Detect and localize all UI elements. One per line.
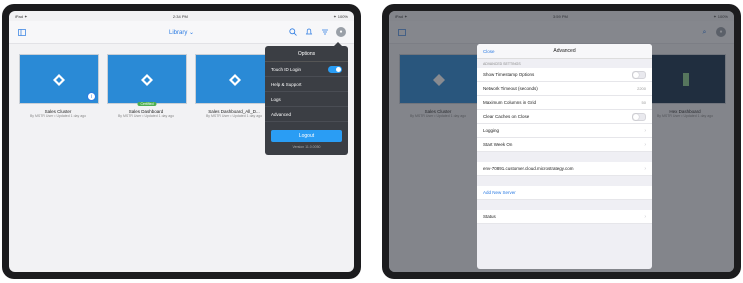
logout-button[interactable]: Logout [271,130,342,142]
microstrategy-logo-icon [141,74,153,86]
certified-badge: Certified [137,102,157,106]
dossier-card[interactable]: i Sales Cluster By MSTR User • Updated 1… [19,54,99,118]
add-server-link[interactable]: Add New Server [483,190,516,195]
chevron-right-icon: › [644,141,646,148]
status-label: Status [483,214,496,219]
search-icon[interactable] [288,28,297,37]
nav-actions: ● [288,27,346,37]
advanced-label: Advanced [271,111,292,117]
dossier-thumbnail[interactable]: i [19,54,99,104]
server-row[interactable]: env-70891.customer.cloud.microstrategy.c… [477,162,652,176]
dossier-card[interactable]: Certified Sales Dashboard By MSTR User •… [107,54,187,118]
row-label: Show Timestamp Options [483,72,535,77]
info-icon[interactable]: i [87,92,96,101]
microstrategy-logo-icon [53,74,65,86]
help-support-row[interactable]: Help & Support [265,77,348,92]
clear-caches-row[interactable]: Clear Caches on Close [477,110,652,124]
chevron-right-icon: › [644,165,646,172]
chevron-right-icon: › [644,127,646,134]
popover-title: Options [265,46,348,62]
dossier-subtitle: By MSTR User • Updated 1 day ago [205,114,263,118]
server-label: env-70891.customer.cloud.microstrategy.c… [483,166,574,171]
logs-label: Logs [271,96,281,102]
clear-caches-toggle[interactable] [632,112,646,121]
timestamp-options-row[interactable]: Show Timestamp Options [477,68,652,82]
touch-id-label: Touch ID Login [271,66,302,72]
row-label: Maximum Columns in Grid [483,100,537,105]
options-popover: Options Touch ID Login Help & Support Lo… [265,42,348,155]
add-server-row[interactable]: Add New Server [477,186,652,200]
logging-row[interactable]: Logging › [477,124,652,138]
row-label: Logging [483,128,500,133]
sheet-title: Advanced [553,48,576,54]
logs-row[interactable]: Logs [265,92,348,107]
status-row[interactable]: Status › [477,210,652,224]
start-week-row[interactable]: Start Week On › [477,138,652,152]
account-avatar[interactable]: ● [336,27,346,37]
bell-icon[interactable] [304,28,313,37]
network-timeout-row[interactable]: Network Timeout (seconds) 2200 [477,82,652,96]
timestamp-toggle[interactable] [632,70,646,79]
sheet-header: Close Advanced [477,44,652,59]
dossier-thumbnail[interactable]: Certified [107,54,187,106]
touch-id-row[interactable]: Touch ID Login [265,62,348,77]
row-value[interactable]: 50 [642,100,646,105]
row-label: Start Week On [483,142,513,147]
microstrategy-logo-icon [229,74,241,86]
library-screen: iPad ✦ 2:34 PM ✦ 100% Library ⌄ ● i Sale… [9,11,354,272]
status-bar: iPad ✦ 2:34 PM ✦ 100% [9,11,354,21]
close-button[interactable]: Close [483,49,495,54]
section-header: ADVANCED SETTINGS [483,62,521,66]
touch-id-toggle[interactable] [328,65,342,73]
row-label: Network Timeout (seconds) [483,86,538,91]
row-label: Clear Caches on Close [483,114,530,119]
battery-label: ✦ 100% [333,13,348,19]
filter-icon[interactable] [320,28,329,37]
advanced-screen: iPad ✦ 3:59 PM ✦ 100% ⌕ ● Sales Cluster … [389,11,734,272]
max-columns-row[interactable]: Maximum Columns in Grid 50 [477,96,652,110]
dossier-subtitle: By MSTR User • Updated 1 day ago [117,114,175,118]
row-value[interactable]: 2200 [637,86,646,91]
advanced-settings-sheet: Close Advanced ADVANCED SETTINGS Show Ti… [477,44,652,269]
nav-bar: Library ⌄ ● [9,21,354,44]
dossier-card[interactable]: Sales Dashboard_All_D... By MSTR User • … [195,54,275,118]
chevron-right-icon: › [644,213,646,220]
dossier-thumbnail[interactable] [195,54,275,104]
advanced-row[interactable]: Advanced [265,107,348,122]
sidebar-icon[interactable] [17,28,26,37]
right-ipad: iPad ✦ 3:59 PM ✦ 100% ⌕ ● Sales Cluster … [382,4,741,279]
version-label: Version 11.0.0050 [292,145,321,149]
left-ipad: iPad ✦ 2:34 PM ✦ 100% Library ⌄ ● i Sale… [2,4,361,279]
library-title[interactable]: Library ⌄ [169,29,194,36]
help-support-label: Help & Support [271,81,302,87]
dossier-subtitle: By MSTR User • Updated 1 day ago [29,114,87,118]
time-label: 2:34 PM [172,13,188,19]
carrier-label: iPad ✦ [15,13,28,19]
